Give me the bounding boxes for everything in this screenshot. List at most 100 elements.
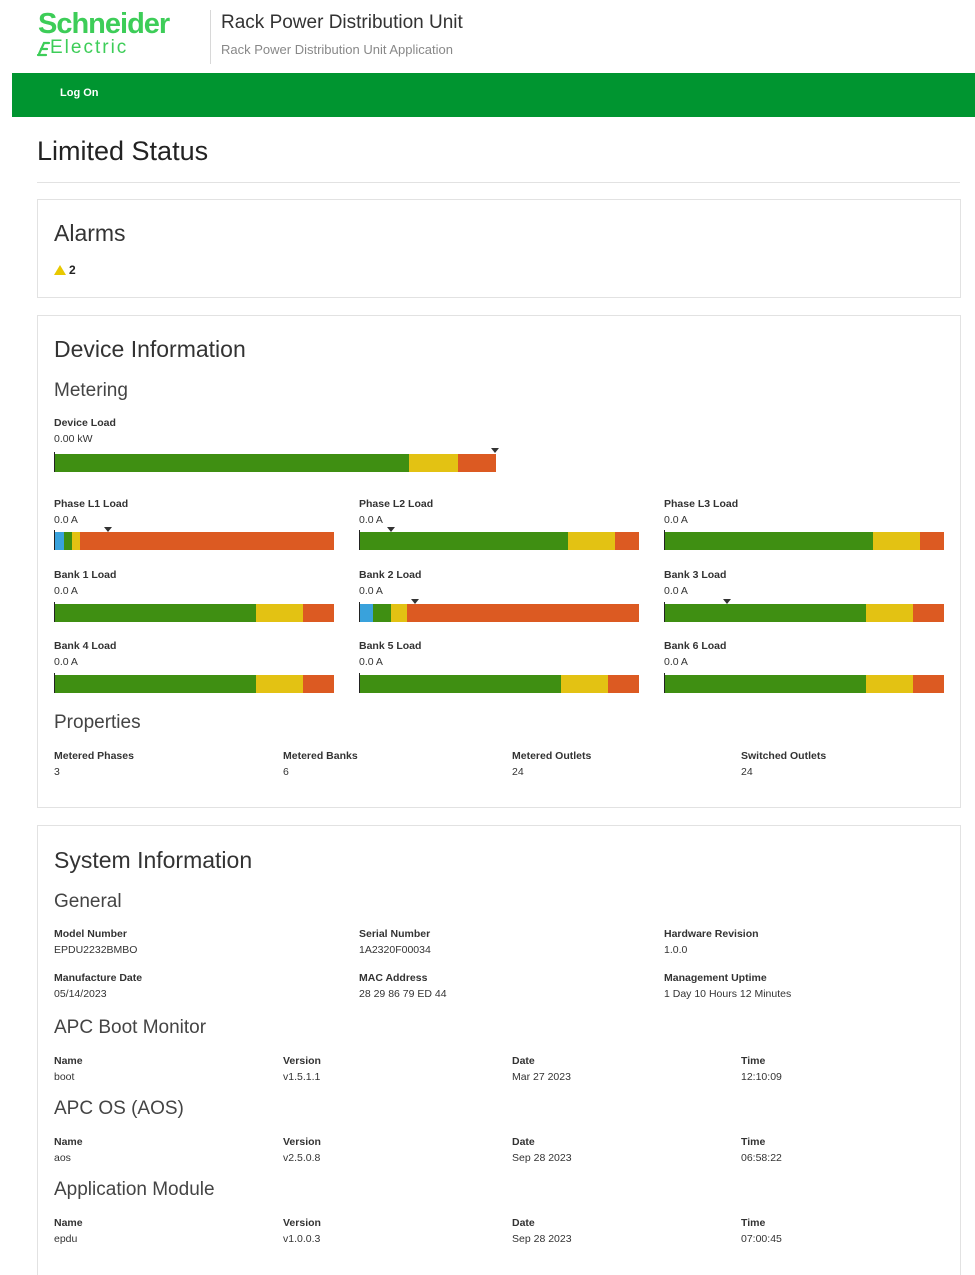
- bank-1-bar: [54, 602, 334, 622]
- aos-date-value: Sep 28 2023: [512, 1152, 572, 1164]
- switched-outlets-label: Switched Outlets: [741, 750, 827, 762]
- bar-segment-overload: [303, 675, 334, 693]
- header-divider: [210, 10, 211, 64]
- boot-date-value: Mar 27 2023: [512, 1071, 571, 1083]
- bar-segment-normal: [54, 675, 256, 693]
- bar-zero-tick: [54, 673, 55, 693]
- bank-1-label: Bank 1 Load: [54, 569, 117, 581]
- bar-segment-normal: [664, 532, 873, 550]
- boot-version-value: v1.5.1.1: [283, 1071, 321, 1083]
- phase-l1-label: Phase L1 Load: [54, 498, 129, 510]
- bar-segment-warning: [256, 675, 303, 693]
- bar-segment-overload: [407, 604, 639, 622]
- system-information-panel: System Information General Model Number …: [37, 825, 961, 1275]
- app-title: Rack Power Distribution Unit: [221, 12, 463, 33]
- log-on-link[interactable]: Log On: [60, 87, 99, 99]
- bank-2-marker: [411, 599, 419, 604]
- device-load-value: 0.00 kW: [54, 433, 93, 445]
- switched-outlets-value: 24: [741, 766, 753, 778]
- logo-wordmark-top: Schneider: [38, 8, 170, 40]
- bar-segment-low: [359, 604, 373, 622]
- bar-zero-tick: [54, 602, 55, 622]
- manufacture-date-value: 05/14/2023: [54, 988, 107, 1000]
- page-title: Limited Status: [37, 136, 209, 166]
- bank-3-marker: [723, 599, 731, 604]
- bar-zero-tick: [359, 602, 360, 622]
- schneider-electric-logo: Schneider Electric: [36, 8, 203, 60]
- boot-version-label: Version: [283, 1055, 321, 1067]
- general-title: General: [54, 891, 122, 912]
- hardware-revision-value: 1.0.0: [664, 944, 688, 956]
- bank-5-value: 0.0 A: [359, 656, 383, 668]
- model-number-label: Model Number: [54, 928, 127, 940]
- metered-banks-value: 6: [283, 766, 289, 778]
- phase-l1-value: 0.0 A: [54, 514, 78, 526]
- application-module-title: Application Module: [54, 1179, 215, 1200]
- app-date-label: Date: [512, 1217, 535, 1229]
- phase-l2-marker: [387, 527, 395, 532]
- bar-segment-normal: [54, 604, 256, 622]
- bar-segment-warning: [391, 604, 407, 622]
- warning-icon: [54, 265, 66, 275]
- model-number-value: EPDU2232BMBO: [54, 944, 138, 956]
- boot-date-label: Date: [512, 1055, 535, 1067]
- alarm-count[interactable]: 2: [54, 263, 76, 277]
- device-information-panel: Device Information Metering Device Load …: [37, 315, 961, 808]
- mac-address-value: 28 29 86 79 ED 44: [359, 988, 447, 1000]
- serial-number-label: Serial Number: [359, 928, 431, 940]
- aos-time-label: Time: [741, 1136, 766, 1148]
- bar-zero-tick: [54, 530, 55, 550]
- bank-2-value: 0.0 A: [359, 585, 383, 597]
- metered-outlets-label: Metered Outlets: [512, 750, 592, 762]
- bar-segment-overload: [913, 604, 944, 622]
- bank-4-value: 0.0 A: [54, 656, 78, 668]
- boot-time-value: 12:10:09: [741, 1071, 782, 1083]
- apc-os-title: APC OS (AOS): [54, 1098, 184, 1119]
- bank-6-bar: [664, 673, 944, 693]
- metering-title: Metering: [54, 380, 128, 401]
- management-uptime-label: Management Uptime: [664, 972, 767, 984]
- app-time-value: 07:00:45: [741, 1233, 782, 1245]
- phase-l2-label: Phase L2 Load: [359, 498, 434, 510]
- system-information-title: System Information: [54, 847, 253, 873]
- app-version-label: Version: [283, 1217, 321, 1229]
- bank-3-value: 0.0 A: [664, 585, 688, 597]
- bank-3-label: Bank 3 Load: [664, 569, 727, 581]
- bar-segment-warning: [256, 604, 303, 622]
- properties-title: Properties: [54, 712, 141, 733]
- mac-address-label: MAC Address: [359, 972, 428, 984]
- bar-segment-warning: [72, 532, 80, 550]
- nav-bar: Log On: [12, 73, 975, 117]
- bank-4-bar: [54, 673, 334, 693]
- bar-zero-tick: [359, 673, 360, 693]
- bank-5-bar: [359, 673, 639, 693]
- phase-l1-marker: [104, 527, 112, 532]
- logo-wordmark-bottom: Electric: [50, 37, 129, 58]
- app-date-value: Sep 28 2023: [512, 1233, 572, 1245]
- bar-segment-overload: [913, 675, 944, 693]
- aos-version-label: Version: [283, 1136, 321, 1148]
- boot-name-value: boot: [54, 1071, 75, 1083]
- bar-segment-normal: [664, 675, 866, 693]
- title-divider: [37, 182, 960, 183]
- app-name-label: Name: [54, 1217, 83, 1229]
- bank-2-bar: [359, 602, 639, 622]
- bar-zero-tick: [664, 673, 665, 693]
- boot-name-label: Name: [54, 1055, 83, 1067]
- phase-l3-value: 0.0 A: [664, 514, 688, 526]
- bar-segment-warning: [409, 454, 458, 472]
- bar-segment-overload: [608, 675, 639, 693]
- bank-6-value: 0.0 A: [664, 656, 688, 668]
- device-load-label: Device Load: [54, 417, 116, 429]
- app-time-label: Time: [741, 1217, 766, 1229]
- metered-phases-label: Metered Phases: [54, 750, 134, 762]
- bar-segment-normal: [664, 604, 866, 622]
- bar-zero-tick: [664, 530, 665, 550]
- phase-l3-bar: [664, 530, 944, 550]
- bar-segment-normal: [54, 454, 409, 472]
- phase-l2-value: 0.0 A: [359, 514, 383, 526]
- bank-5-label: Bank 5 Load: [359, 640, 422, 652]
- bank-1-value: 0.0 A: [54, 585, 78, 597]
- app-version-value: v1.0.0.3: [283, 1233, 321, 1245]
- management-uptime-value: 1 Day 10 Hours 12 Minutes: [664, 988, 792, 1000]
